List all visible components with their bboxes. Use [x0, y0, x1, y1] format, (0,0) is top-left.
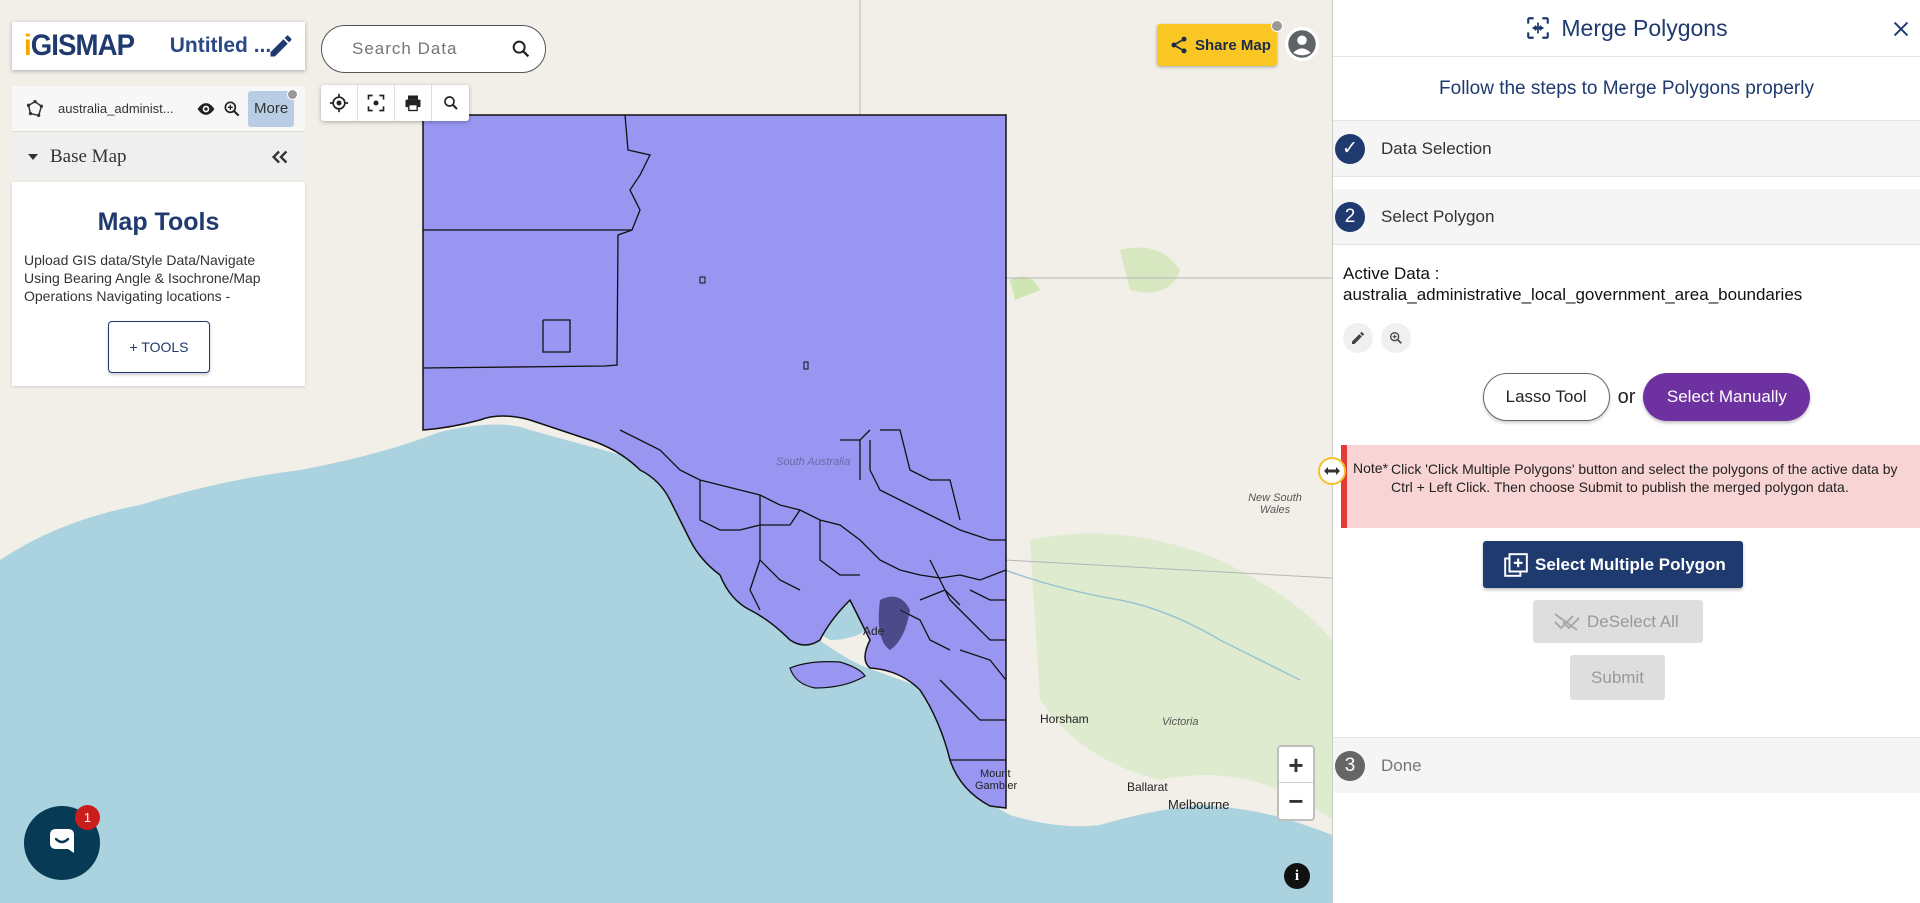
panel-title: Merge Polygons: [1561, 14, 1728, 41]
map-tools-description: Upload GIS data/Style Data/Navigate Usin…: [24, 252, 261, 304]
chat-icon: [50, 829, 74, 853]
step-label: Data Selection: [1381, 138, 1492, 158]
active-data: Active Data : australia_administrative_l…: [1343, 263, 1920, 305]
edit-data-icon[interactable]: [1343, 323, 1373, 353]
step-number: 2: [1335, 201, 1365, 232]
map-tools-card: Map Tools Upload GIS data/Style Data/Nav…: [12, 182, 305, 386]
zoom-data-icon[interactable]: [1381, 323, 1411, 353]
zoom-in-button[interactable]: +: [1279, 747, 1313, 783]
select-multiple-polygon-button[interactable]: Select Multiple Polygon: [1483, 541, 1743, 588]
print-icon[interactable]: [395, 85, 432, 121]
edit-title-icon[interactable]: [267, 32, 295, 60]
layer-row[interactable]: australia_administ... More: [12, 86, 305, 132]
merge-icon: [1527, 17, 1550, 39]
resize-arrows-icon: [1324, 467, 1340, 475]
note-text: Click 'Click Multiple Polygons' button a…: [1391, 461, 1898, 495]
label-melbourne: Melbourne: [1168, 797, 1230, 812]
note-tag: Note*: [1353, 460, 1389, 476]
polygon-layer-icon: [26, 99, 44, 117]
map-search-icon[interactable]: [432, 85, 469, 121]
logo-panel: iGISMAP Untitled ...: [12, 22, 305, 70]
zoom-out-button[interactable]: −: [1279, 783, 1313, 819]
active-data-value: australia_administrative_local_governmen…: [1343, 285, 1803, 304]
locate-icon[interactable]: [321, 85, 358, 121]
share-icon: [1171, 36, 1187, 54]
more-dot: [287, 88, 299, 100]
merge-polygons-panel: Merge Polygons Follow the steps to Merge…: [1332, 0, 1920, 903]
note-box: Note* Click 'Click Multiple Polygons' bu…: [1341, 445, 1920, 528]
lasso-tool-button[interactable]: Lasso Tool: [1482, 373, 1610, 421]
add-layers-icon: [1504, 552, 1528, 577]
step-done[interactable]: 3 Done: [1333, 737, 1920, 793]
close-icon[interactable]: [1890, 18, 1912, 40]
map-title[interactable]: Untitled ...: [170, 34, 272, 58]
label-gambier: Gambier: [975, 780, 1018, 792]
user-avatar-icon[interactable]: [1285, 27, 1319, 61]
label-horsham: Horsham: [1040, 712, 1089, 726]
zoom-control: + −: [1277, 745, 1315, 821]
label-victoria: Victoria: [1162, 716, 1199, 728]
selection-mode-row: Lasso Tool or Select Manually: [1373, 373, 1920, 421]
or-text: or: [1617, 385, 1636, 408]
label-south-australia: South Australia: [776, 456, 851, 468]
basemap-label: Base Map: [50, 145, 127, 167]
layer-name[interactable]: australia_administ...: [58, 101, 190, 116]
panel-resize-handle[interactable]: [1318, 457, 1346, 485]
basemap-row[interactable]: Base Map: [12, 134, 305, 179]
label-ballarat: Ballarat: [1127, 780, 1168, 794]
step-number: 3: [1335, 750, 1365, 781]
map-canvas[interactable]: South Australia New South Wales Victoria…: [0, 0, 1332, 903]
submit-button[interactable]: Submit: [1570, 655, 1665, 700]
select-manually-button[interactable]: Select Manually: [1643, 373, 1811, 421]
igismap-logo[interactable]: iGISMAP: [24, 29, 135, 63]
chat-badge: 1: [75, 805, 100, 830]
search-icon[interactable]: [510, 38, 532, 60]
label-new-south-wales: New South Wales: [1248, 492, 1302, 516]
search-input[interactable]: [352, 39, 502, 59]
panel-subtitle: Follow the steps to Merge Polygons prope…: [1333, 57, 1920, 121]
step-data-selection[interactable]: ✓ Data Selection: [1333, 121, 1920, 177]
step-select-polygon[interactable]: 2 Select Polygon: [1333, 189, 1920, 245]
collapse-panel-icon[interactable]: [269, 146, 291, 168]
share-map-button[interactable]: Share Map: [1157, 20, 1283, 66]
step-label: Done: [1381, 755, 1422, 775]
step-check-icon: ✓: [1335, 133, 1365, 164]
visibility-eye-icon[interactable]: [196, 99, 216, 119]
active-data-actions: [1343, 323, 1920, 353]
panel-header: Merge Polygons: [1333, 0, 1920, 57]
deselect-all-button[interactable]: DeSelect All: [1533, 600, 1703, 643]
add-tools-button[interactable]: + TOOLS: [108, 321, 210, 373]
map-tools-title: Map Tools: [97, 208, 220, 236]
info-icon[interactable]: i: [1284, 863, 1310, 889]
more-button[interactable]: More: [248, 88, 299, 127]
label-adelaide: Ade: [863, 624, 885, 638]
caret-down-icon: [28, 153, 38, 160]
share-dot: [1271, 20, 1283, 32]
fit-extent-icon[interactable]: [358, 85, 395, 121]
zoom-to-layer-icon[interactable]: [222, 99, 242, 119]
deselect-icon: [1554, 612, 1580, 631]
step-label: Select Polygon: [1381, 206, 1495, 226]
label-mount: Mount: [980, 768, 1011, 780]
active-data-label: Active Data :: [1343, 264, 1440, 283]
map-toolbar: [321, 85, 469, 121]
search-box[interactable]: [321, 25, 546, 73]
